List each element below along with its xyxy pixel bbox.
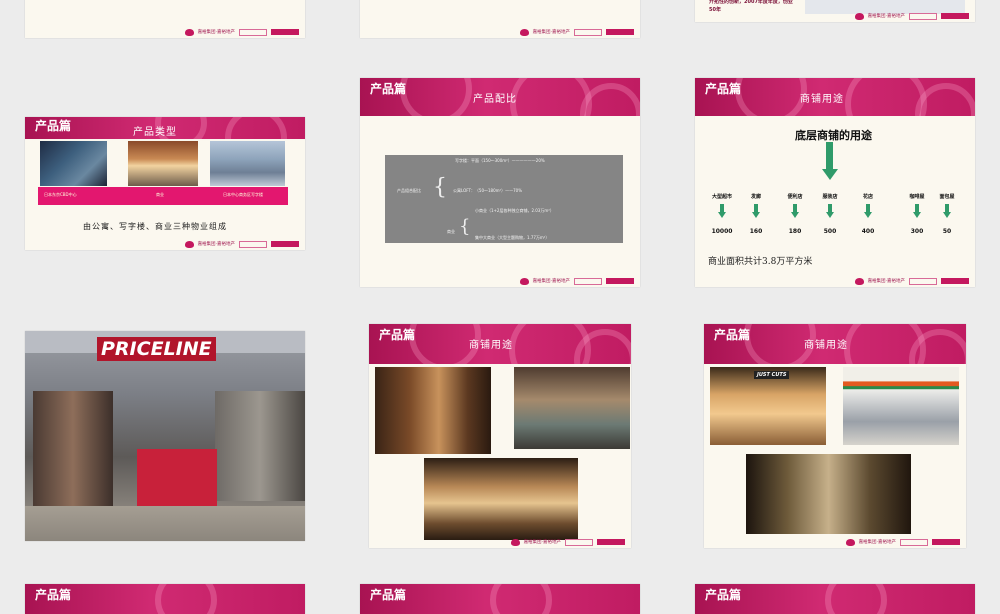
caption-strip: 日本东京CBD中心 商业 日本中心商务区写字楼	[38, 187, 288, 205]
slide-title: 产品配比	[473, 94, 517, 105]
glass-tower-photo	[210, 141, 285, 186]
company-logo-icon	[184, 240, 194, 248]
slide-thumbnail-11[interactable]: 产品篇	[360, 584, 640, 614]
down-arrow-head-icon	[791, 212, 799, 218]
shop-use-label: 服装店	[822, 194, 838, 200]
shop-use-area: 10000	[711, 228, 733, 235]
store-shelves-right	[215, 391, 305, 501]
company-logo-icon	[854, 277, 864, 285]
shop-use-area: 50	[942, 228, 952, 235]
slide-title: 商铺用途	[469, 340, 513, 351]
slide-thumbnail-5[interactable]: 产品篇 产品配比 产品组合配比 { 写字楼：平面（150～300m²）—————…	[360, 78, 640, 287]
store-floor	[25, 506, 305, 541]
slide-thumbnail-3[interactable]: 开拓性的创新，2007年度年度，创业50年 嘉裕集团·嘉裕地产	[695, 0, 975, 22]
slide-thumbnail-8[interactable]: 产品篇 商铺用途 嘉裕集团·嘉裕地产	[369, 324, 631, 548]
down-arrow-head-icon	[864, 212, 872, 218]
slide-partial-text: 开拓性的创新，2007年度年度，创业50年	[709, 0, 793, 13]
shop-use-label: 大型超市	[711, 194, 732, 200]
slide-thumbnail-6[interactable]: 产品篇 商铺用途 底层商铺的用途 大型超市 10000 发廊 160 便利店 180 服装店…	[695, 78, 975, 287]
office-building-photo	[40, 141, 107, 186]
slide-footer: 嘉裕集团·嘉裕地产	[184, 28, 299, 36]
commercial-street-photo	[128, 141, 198, 186]
company-logo-icon	[519, 28, 529, 36]
down-arrow-head-icon	[718, 212, 726, 218]
slide-footer: 嘉裕集团·嘉裕地产	[845, 538, 960, 546]
flower-shop-photo	[746, 454, 911, 534]
slide-thumbnail-12[interactable]: 产品篇	[695, 584, 975, 614]
slide-title: 商铺用途	[804, 340, 848, 351]
salon-photo: JUST CUTS	[710, 367, 826, 445]
store-shelves	[33, 391, 113, 511]
main-down-arrow-icon	[826, 142, 833, 170]
section-title: 产品篇	[714, 328, 751, 342]
section-title: 产品篇	[35, 119, 72, 133]
product-ratio-box: 产品组合配比 { 写字楼：平面（150～300m²）——————20% 公寓LO…	[385, 155, 623, 243]
company-logo-icon	[854, 12, 864, 20]
just-cuts-sign: JUST CUTS	[754, 371, 790, 379]
total-area-text: 商业面积共计3.8万平方米	[708, 257, 813, 267]
down-arrow-head-icon	[943, 212, 951, 218]
slide-footer: 嘉裕集团·嘉裕地产	[519, 28, 634, 36]
slide-footer: 嘉裕集团·嘉裕地产	[854, 12, 969, 20]
section-title: 产品篇	[370, 82, 407, 96]
slide-footer: 嘉裕集团·嘉裕地产	[519, 277, 634, 285]
company-logo-icon	[519, 277, 529, 285]
section-title: 产品篇	[370, 588, 407, 602]
shop-use-area: 400	[861, 228, 875, 235]
shop-use-area: 500	[823, 228, 837, 235]
shop-use-area: 160	[749, 228, 763, 235]
priceline-sign: PRICELINE	[97, 337, 216, 361]
down-arrow-head-icon	[913, 212, 921, 218]
company-logo-icon	[184, 28, 194, 36]
slide-heading: 底层商铺的用途	[795, 129, 872, 142]
section-title: 产品篇	[379, 328, 416, 342]
slide-title: 商铺用途	[800, 94, 844, 105]
down-arrow-head-icon	[826, 212, 834, 218]
shop-use-label: 咖啡屋	[909, 194, 925, 200]
boutique-photo	[514, 367, 630, 449]
slide-thumbnail-2[interactable]: 嘉裕集团·嘉裕地产	[360, 0, 640, 38]
shop-use-label: 面包屋	[939, 194, 955, 200]
shop-use-area: 300	[910, 228, 924, 235]
slide-footer: 嘉裕集团·嘉裕地产	[854, 277, 969, 285]
section-title: 产品篇	[705, 588, 742, 602]
slide-footer: 嘉裕集团·嘉裕地产	[184, 240, 299, 248]
wine-shop-photo	[375, 367, 491, 454]
slide-thumbnail-4[interactable]: 产品篇 产品类型 日本东京CBD中心 商业 日本中心商务区写字楼 由公寓、写字楼…	[25, 117, 305, 250]
slide-title: 产品类型	[133, 127, 177, 138]
slide-thumbnail-7[interactable]: PRICELINE	[25, 331, 305, 541]
shop-use-area: 180	[788, 228, 802, 235]
shop-use-label: 发廊	[750, 194, 761, 200]
section-title: 产品篇	[705, 82, 742, 96]
down-arrow-head-icon	[752, 212, 760, 218]
company-logo-icon	[845, 538, 855, 546]
shop-use-label: 花店	[862, 194, 873, 200]
slide-thumbnail-9[interactable]: 产品篇 商铺用途 JUST CUTS 嘉裕集团·嘉裕地产	[704, 324, 966, 548]
display-stand	[137, 449, 217, 509]
slide-footer: 嘉裕集团·嘉裕地产	[510, 538, 625, 546]
convenience-store-photo	[843, 367, 959, 445]
slide-thumbnail-10[interactable]: 产品篇	[25, 584, 305, 614]
cafe-photo	[424, 458, 578, 540]
shop-use-label: 便利店	[787, 194, 803, 200]
slide-caption: 由公寓、写字楼、商业三种物业组成	[83, 222, 227, 231]
section-title: 产品篇	[35, 588, 72, 602]
slide-thumbnail-1[interactable]: 嘉裕集团·嘉裕地产	[25, 0, 305, 38]
company-logo-icon	[510, 538, 520, 546]
